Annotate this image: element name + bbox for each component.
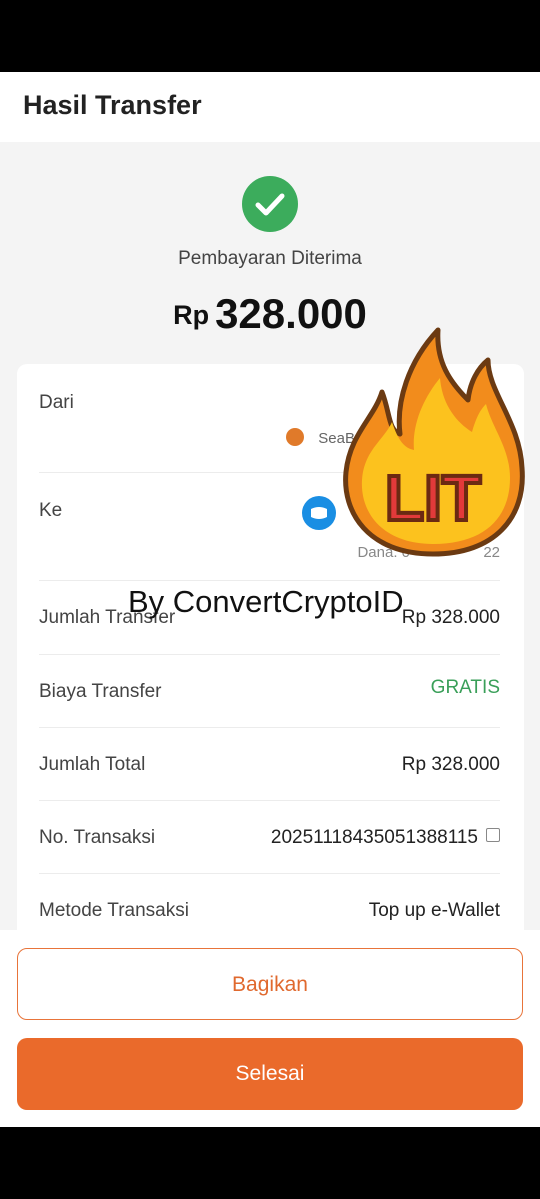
total-value: Rp 328.000 (401, 754, 500, 775)
share-button[interactable]: Bagikan (17, 948, 523, 1020)
page-title: Hasil Transfer (23, 90, 202, 120)
transaction-number-text: 20251118435051388115 (270, 827, 478, 848)
detail-row-transaction-no: No. Transaksi 20251118435051388115 (39, 800, 500, 874)
done-button[interactable]: Selesai (17, 1038, 523, 1110)
detail-row-fee: Biaya Transfer GRATIS (39, 654, 500, 728)
method-label: Metode Transaksi (39, 900, 189, 921)
method-value: Top up e-Wallet (368, 900, 500, 921)
to-label: Ke (39, 500, 63, 521)
transaction-label: No. Transaksi (39, 827, 156, 848)
bank-icon (286, 428, 304, 446)
amount-row-value: Rp 328.000 (401, 607, 500, 628)
success-check-icon (242, 176, 298, 232)
total-label: Jumlah Total (39, 754, 146, 775)
detail-row-total: Jumlah Total Rp 328.000 (39, 727, 500, 801)
watermark-text: By ConvertCryptoID (128, 584, 404, 619)
copy-icon[interactable] (486, 828, 500, 842)
transfer-result-screen: Hasil Transfer Pembayaran Diterima Rp 328… (0, 72, 540, 1127)
dana-wallet-icon (302, 496, 336, 530)
fee-label: Biaya Transfer (39, 681, 162, 702)
payment-status: Pembayaran Diterima (178, 248, 362, 269)
from-label: Dari (39, 392, 74, 413)
amount-currency: Rp (173, 300, 210, 330)
lit-fire-sticker: LIT (343, 327, 525, 557)
bottom-action-bar: Bagikan Selesai (0, 930, 540, 1127)
app-header: Hasil Transfer (0, 72, 540, 142)
fee-value: GRATIS (430, 677, 500, 698)
transaction-number[interactable]: 20251118435051388115 (271, 827, 500, 849)
sticker-text: LIT (385, 462, 481, 534)
